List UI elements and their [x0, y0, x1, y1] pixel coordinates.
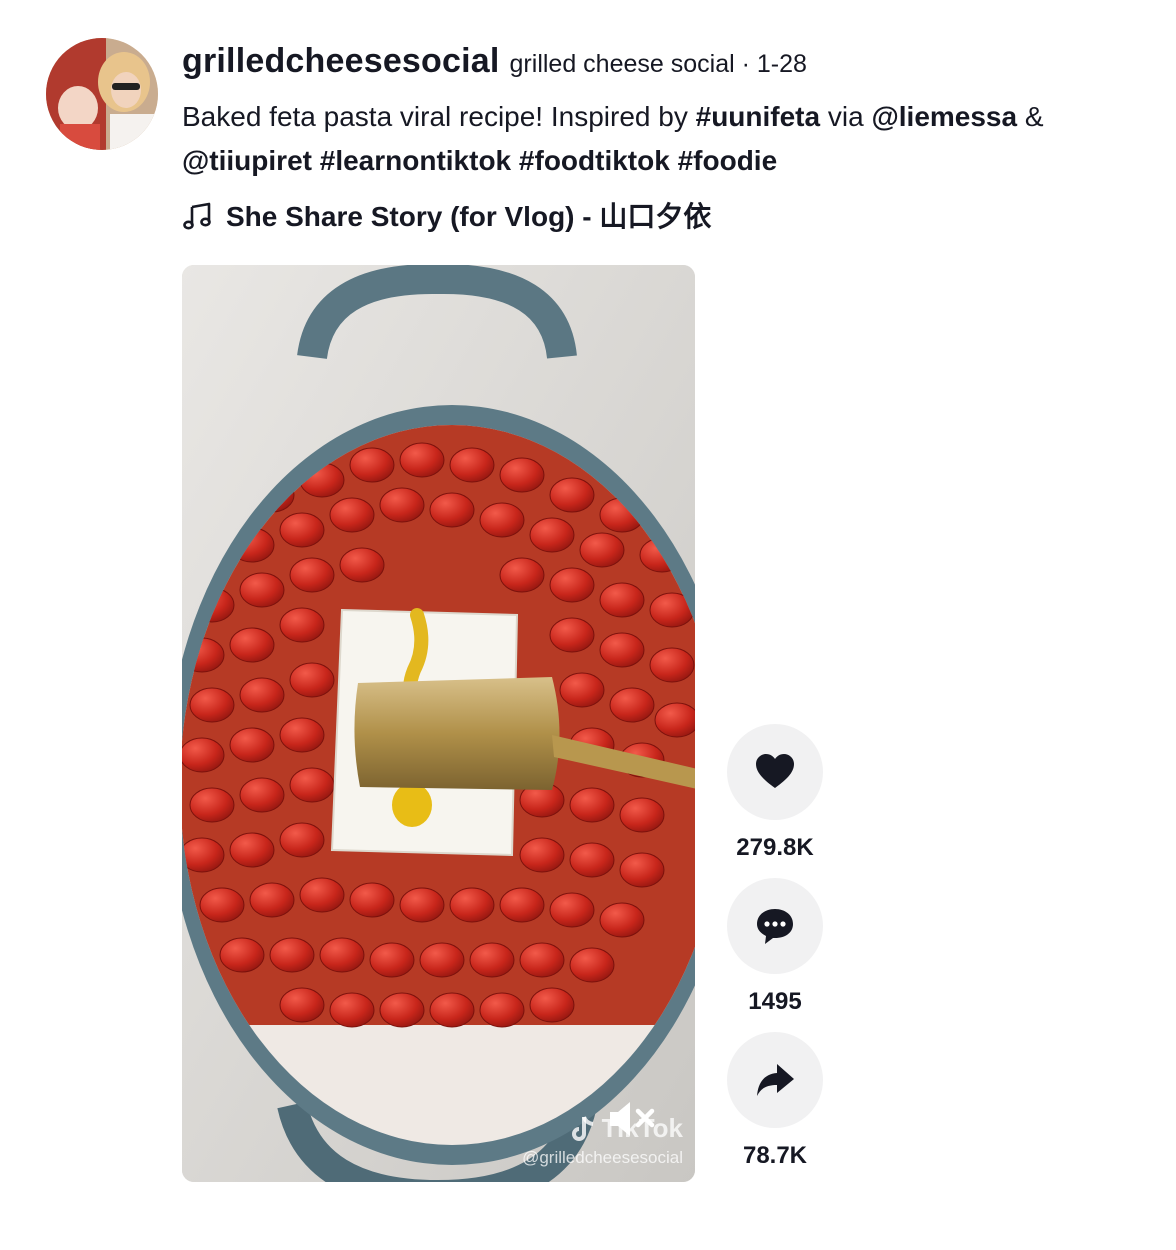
hashtag-link[interactable]: #learnontiktok [320, 145, 511, 176]
share-action: 78.7K [727, 1032, 823, 1172]
share-count: 78.7K [742, 1142, 808, 1169]
author-username[interactable]: grilledcheesesocial [182, 42, 500, 81]
heart-icon [756, 754, 794, 788]
mention-link[interactable]: @liemessa [871, 101, 1017, 132]
share-button[interactable] [727, 1032, 823, 1128]
action-bar: 279.8K 1495 78.7K [727, 724, 823, 1186]
watermark-handle: @grilledcheesesocial [522, 1148, 683, 1167]
desc-text: Baked feta pasta viral recipe! Inspired … [182, 101, 696, 132]
desc-text: & [1017, 101, 1044, 132]
comment-icon [757, 909, 793, 944]
hashtag-link[interactable]: #foodtiktok [519, 145, 670, 176]
music-link[interactable]: She Share Story (for Vlog) - 山口夕依 [182, 195, 1162, 235]
video-player[interactable]: TikTok @grilledcheesesocial [182, 265, 695, 1182]
volume-muted-icon[interactable] [606, 1097, 658, 1141]
avatar-image [46, 38, 158, 150]
comment-button[interactable] [727, 878, 823, 974]
like-button[interactable] [727, 724, 823, 820]
tiktok-logo-icon [571, 1115, 593, 1141]
music-title: She Share Story (for Vlog) - 山口夕依 [226, 201, 712, 232]
post-date: 1-28 [756, 50, 807, 78]
author-line: grilledcheesesocial grilled cheese socia… [182, 42, 1162, 81]
author-display-name: grilled cheese social [509, 50, 735, 78]
post-description: Baked feta pasta viral recipe! Inspired … [182, 95, 1152, 183]
like-action: 279.8K [727, 724, 823, 864]
meta-separator: · [741, 50, 750, 78]
hashtag-link[interactable]: #foodie [678, 145, 778, 176]
author-meta: grilled cheese social · 1-28 [510, 50, 807, 79]
music-note-icon [183, 202, 211, 230]
like-count: 279.8K [736, 834, 814, 861]
mention-link[interactable]: @tiiupiret [182, 145, 312, 176]
author-avatar[interactable] [46, 38, 158, 150]
post-header: grilledcheesesocial grilled cheese socia… [182, 42, 1162, 235]
comment-action: 1495 [727, 878, 823, 1018]
video-watermark: TikTok @grilledcheesesocial [522, 1113, 683, 1168]
comment-count: 1495 [748, 988, 802, 1015]
video-frame [182, 265, 695, 1182]
hashtag-link[interactable]: #uunifeta [696, 101, 820, 132]
desc-text: via [820, 101, 872, 132]
share-arrow-icon [757, 1064, 794, 1096]
